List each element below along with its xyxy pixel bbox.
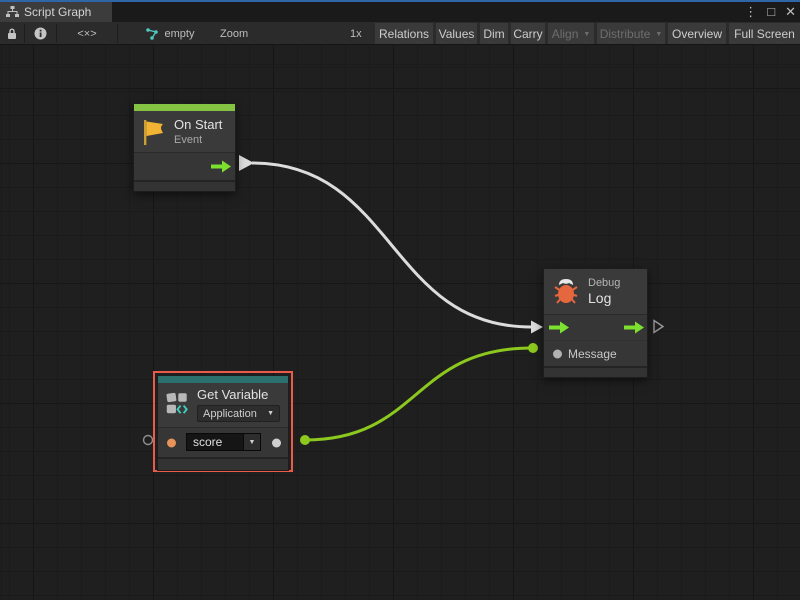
variable-color-bar xyxy=(158,376,288,383)
distribute-label: Distribute xyxy=(600,27,651,41)
bug-icon xyxy=(552,277,580,307)
variable-name-input-port[interactable] xyxy=(167,438,176,447)
event-color-bar xyxy=(134,104,235,111)
graph-breadcrumb-label: empty xyxy=(165,28,195,40)
variable-name-dropdown-button[interactable]: ▼ xyxy=(244,433,261,451)
zoom-label: Zoom xyxy=(220,23,248,44)
lock-icon xyxy=(7,28,17,40)
chevron-down-icon: ▼ xyxy=(249,439,256,446)
tab-title: Script Graph xyxy=(24,5,91,19)
info-button[interactable] xyxy=(25,23,56,44)
flag-icon xyxy=(142,118,166,146)
relations-button[interactable]: Relations xyxy=(375,23,433,44)
align-label: Align xyxy=(552,27,579,41)
node-debug-log[interactable]: Debug Log Message xyxy=(543,268,648,378)
variables-icon xyxy=(166,387,189,421)
window-controls: ⋮ □ ✕ xyxy=(744,2,796,22)
node-title: Log xyxy=(588,290,620,306)
dim-button[interactable]: Dim xyxy=(480,23,508,44)
tab-script-graph[interactable]: Script Graph xyxy=(0,2,112,22)
variable-name-value: score xyxy=(193,435,222,449)
graph-hierarchy-icon xyxy=(6,6,19,18)
code-preview-button[interactable]: <×> xyxy=(57,23,117,44)
overview-button[interactable]: Overview xyxy=(668,23,726,44)
trigger-input-port[interactable] xyxy=(549,321,569,334)
titlebar: Script Graph ⋮ □ ✕ xyxy=(0,2,800,22)
node-footer xyxy=(544,366,647,377)
graph-icon xyxy=(146,28,159,40)
lock-button[interactable] xyxy=(0,23,24,44)
carry-button[interactable]: Carry xyxy=(511,23,545,44)
zoom-value: 1x xyxy=(350,23,362,44)
value-output-port[interactable] xyxy=(272,438,281,447)
close-icon[interactable]: ✕ xyxy=(785,2,796,22)
node-on-start[interactable]: On Start Event xyxy=(133,103,236,192)
trigger-exit-port[interactable] xyxy=(624,321,644,334)
graph-breadcrumb[interactable]: empty xyxy=(128,23,212,44)
toolbar: <×> empty Zoom 1x Relations Values Dim C… xyxy=(0,22,800,45)
scope-value: Application xyxy=(203,408,257,420)
chevron-down-icon: ▼ xyxy=(655,31,662,38)
node-get-variable[interactable]: Get Variable Application ▼ score ▼ xyxy=(157,375,289,471)
align-button[interactable]: Align ▼ xyxy=(548,23,594,44)
node-title: Get Variable xyxy=(197,387,280,402)
maximize-icon[interactable]: □ xyxy=(767,2,775,22)
node-title: On Start xyxy=(174,117,222,132)
distribute-button[interactable]: Distribute ▼ xyxy=(597,23,665,44)
variable-name-field[interactable]: score xyxy=(186,433,244,451)
fullscreen-button[interactable]: Full Screen xyxy=(729,23,800,44)
trigger-output-port[interactable] xyxy=(211,160,231,173)
message-port-label: Message xyxy=(568,347,617,361)
message-input-port[interactable] xyxy=(553,349,562,358)
info-icon xyxy=(34,27,47,40)
values-button[interactable]: Values xyxy=(436,23,477,44)
node-footer xyxy=(134,180,235,191)
script-graph-window: Script Graph ⋮ □ ✕ <×> xyxy=(0,0,800,600)
chevron-down-icon: ▼ xyxy=(583,31,590,38)
chevron-down-icon: ▼ xyxy=(267,410,274,417)
node-subtitle: Event xyxy=(174,134,222,146)
node-footer xyxy=(158,457,288,470)
menu-icon[interactable]: ⋮ xyxy=(744,2,757,22)
node-category: Debug xyxy=(588,277,620,289)
variable-scope-dropdown[interactable]: Application ▼ xyxy=(197,405,280,422)
graph-canvas[interactable] xyxy=(0,45,800,600)
